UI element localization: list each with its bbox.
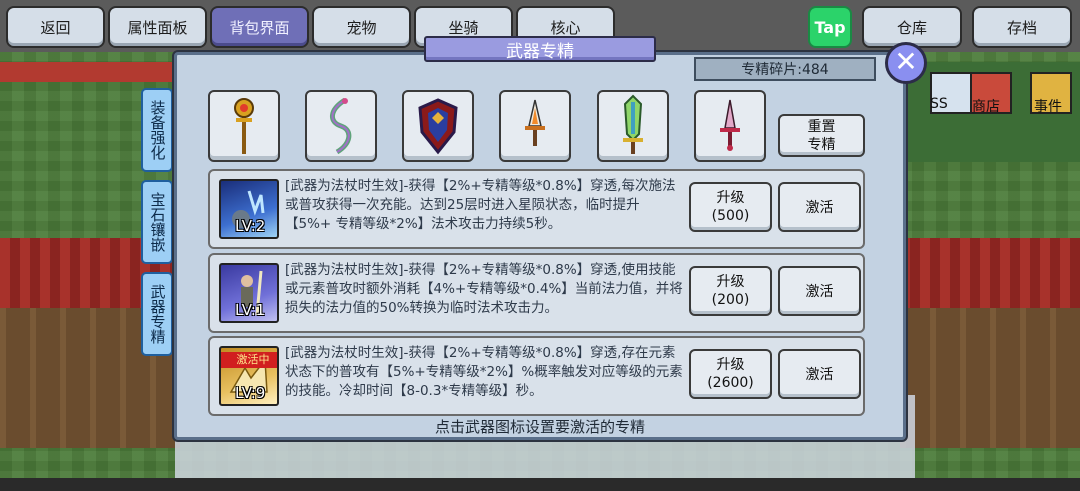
ornate-shield-icon xyxy=(418,98,458,155)
back-button[interactable]: 返回 xyxy=(6,6,105,48)
specialty-row-3: 激活中 LV:9 [武器为法杖时生效]-获得【2%+专精等级*0.8%】穿透,存… xyxy=(208,336,865,416)
tab-gem-inlay[interactable]: 宝石镶嵌 xyxy=(141,180,173,264)
flame-dagger-icon xyxy=(525,99,545,146)
upgrade-button[interactable]: 升级 (200) xyxy=(689,266,772,316)
activate-button[interactable]: 激活 xyxy=(778,182,861,232)
reset-specialty-button[interactable]: 重置 专精 xyxy=(778,114,865,157)
jade-sword-icon xyxy=(623,94,643,154)
specialty-row-2: LV:1 [武器为法杖时生效]-获得【2%+专精等级*0.8%】穿透,使用技能或… xyxy=(208,253,865,333)
ss-label: SS xyxy=(930,96,948,112)
golden-staff-icon xyxy=(234,98,254,154)
upgrade-label: 升级 xyxy=(716,357,745,373)
close-icon: ✕ xyxy=(894,45,918,78)
reset-label-1: 重置 xyxy=(807,118,836,135)
shop-label: 商店 xyxy=(972,99,1000,115)
ruby-dagger-icon xyxy=(720,99,740,151)
starfall-skill-icon: LV:2 xyxy=(219,179,279,239)
specialty-level: LV:1 xyxy=(235,301,266,319)
upgrade-label: 升级 xyxy=(716,274,745,290)
modal-title: 武器专精 xyxy=(424,36,656,62)
event-label: 事件 xyxy=(1034,99,1062,115)
attributes-panel-button[interactable]: 属性面板 xyxy=(108,6,207,48)
reset-label-2: 专精 xyxy=(807,136,836,153)
house-roof-right xyxy=(900,238,1080,308)
upgrade-button[interactable]: 升级 (2600) xyxy=(689,349,772,399)
health-bar-bg xyxy=(0,62,180,82)
serpent-bow-icon xyxy=(330,97,352,155)
specialty-description: [武器为法杖时生效]-获得【2%+专精等级*0.8%】穿透,每次施法或普攻获得一… xyxy=(285,178,676,232)
weapon-slot-2[interactable] xyxy=(305,90,377,162)
upgrade-cost: (500) xyxy=(711,208,750,224)
weapon-slot-3[interactable] xyxy=(402,90,474,162)
weapon-slot-6[interactable] xyxy=(694,90,766,162)
save-button[interactable]: 存档 xyxy=(972,6,1072,48)
specialty-level: LV:2 xyxy=(235,217,266,235)
specialty-row-1: LV:2 [武器为法杖时生效]-获得【2%+专精等级*0.8%】穿透,每次施法或… xyxy=(208,169,865,249)
specialty-level: LV:9 xyxy=(235,384,266,402)
upgrade-cost: (200) xyxy=(711,292,750,308)
activate-button[interactable]: 激活 xyxy=(778,266,861,316)
elemental-skill-icon: 激活中 LV:9 xyxy=(219,346,279,406)
active-status-badge: 激活中 xyxy=(221,352,277,368)
backpack-button[interactable]: 背包界面 xyxy=(210,6,309,48)
mana-burn-skill-icon: LV:1 xyxy=(219,263,279,323)
upgrade-cost: (2600) xyxy=(707,375,754,391)
hint-text: 点击武器图标设置要激活的专精 xyxy=(434,418,645,436)
upgrade-button[interactable]: 升级 (500) xyxy=(689,182,772,232)
specialty-description: [武器为法杖时生效]-获得【2%+专精等级*0.8%】穿透,存在元素状态下的普攻… xyxy=(285,345,683,399)
close-button[interactable]: ✕ xyxy=(885,42,927,84)
specialty-description: [武器为法杖时生效]-获得【2%+专精等级*0.8%】穿透,使用技能或元素普攻时… xyxy=(285,262,683,316)
tab-equipment-enhance[interactable]: 装备强化 xyxy=(141,88,173,172)
tab-weapon-specialty[interactable]: 武器专精 xyxy=(141,272,173,356)
tap-logo-button[interactable]: Tap xyxy=(808,6,852,48)
upgrade-label: 升级 xyxy=(716,190,745,206)
specialty-shards-counter: 专精碎片:484 xyxy=(694,57,876,81)
bottom-strip xyxy=(0,478,1080,491)
weapon-slot-5[interactable] xyxy=(597,90,669,162)
weapon-slot-1[interactable] xyxy=(208,90,280,162)
weapon-slot-4[interactable] xyxy=(499,90,571,162)
house-wall-right xyxy=(900,308,1080,448)
pet-button[interactable]: 宠物 xyxy=(312,6,411,48)
activate-button[interactable]: 激活 xyxy=(778,349,861,399)
warehouse-button[interactable]: 仓库 xyxy=(862,6,962,48)
